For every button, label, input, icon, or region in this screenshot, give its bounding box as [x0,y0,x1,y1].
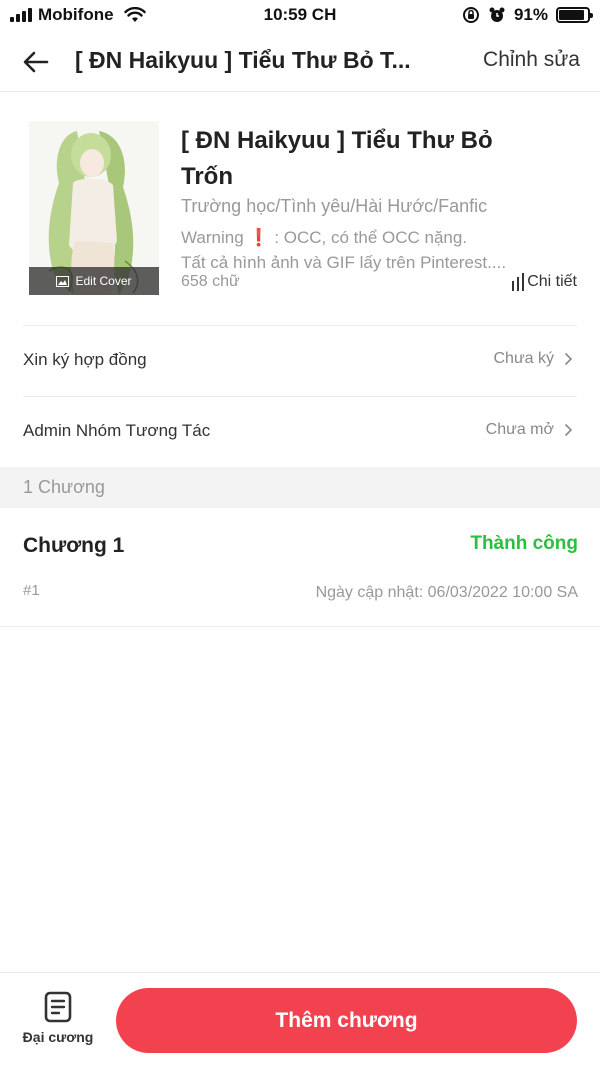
rotation-lock-icon [462,7,479,23]
status-bar: Mobifone 10:59 CH 91% [0,0,600,32]
admin-group-row[interactable]: Admin Nhóm Tương Tác Chưa mở [23,396,577,467]
warning-prefix: Warning [181,228,244,247]
battery-percent: 91% [513,5,548,24]
page-title: [ ĐN Haikyuu ] Tiểu Thư Bỏ T... [75,47,411,73]
book-info: Edit Cover [ ĐN Haikyuu ] Tiểu Thư Bỏ Tr… [0,93,600,325]
chapter-title: Chương 1 [23,534,125,557]
edit-button[interactable]: Chỉnh sửa [483,48,580,72]
admin-group-status-text: Chưa mở [485,421,554,438]
book-title: [ ĐN Haikyuu ] Tiểu Thư Bỏ Trốn [181,127,493,190]
warning-text: : OCC, có thể OCC nặng. [274,228,468,247]
detail-label: Chi tiết [527,273,577,290]
edit-cover-label: Edit Cover [75,274,132,288]
top-nav-bar: [ ĐN Haikyuu ] Tiểu Thư Bỏ T... Chỉnh sử… [0,32,600,92]
add-chapter-button[interactable]: Thêm chương [116,988,577,1053]
document-outline-icon [44,991,72,1023]
chevron-right-icon [564,423,573,437]
chapter-item[interactable]: Chương 1 Thành công #1 Ngày cập nhật: 06… [0,508,600,627]
exclamation-icon: ❗ [248,228,270,247]
contract-label: Xin ký hợp đồng [23,350,147,369]
battery-icon [556,7,593,23]
chapter-status: Thành công [470,533,578,554]
status-right: 91% [462,5,593,25]
alarm-icon [489,7,505,22]
bottom-action-bar: Đại cương Thêm chương [0,972,600,1067]
outline-label: Đại cương [22,1029,94,1045]
arrow-left-icon [23,51,49,73]
book-cover[interactable]: Edit Cover [29,121,159,295]
chapter-count: 1 Chương [23,477,105,497]
stats-bars-icon [512,273,525,291]
description-line-1: Warning ❗ : OCC, có thể OCC nặng. [181,225,541,250]
book-genres: Trường học/Tình yêu/Hài Hước/Fanfic [181,196,488,216]
book-description: Warning ❗ : OCC, có thể OCC nặng. Tất cả… [181,225,541,275]
back-button[interactable] [18,44,54,80]
contract-status-text: Chưa ký [493,350,554,367]
edit-cover-button[interactable]: Edit Cover [29,267,159,295]
chapter-updated-date: Ngày cập nhật: 06/03/2022 10:00 SA [315,584,578,601]
chapters-section-header: 1 Chương [0,467,600,508]
word-count: 658 chữ [181,273,240,290]
chevron-right-icon [564,352,573,366]
outline-button[interactable]: Đại cương [18,991,98,1053]
detail-link[interactable]: Chi tiết [512,273,577,291]
battery-fill [559,10,585,20]
admin-group-status: Chưa mở [486,421,573,439]
chapter-number: #1 [23,582,40,599]
contract-status: Chưa ký [493,350,573,368]
contract-row[interactable]: Xin ký hợp đồng Chưa ký [23,325,577,396]
image-icon [56,275,70,287]
description-line-2: Tất cả hình ảnh và GIF lấy trên Pinteres… [181,253,507,272]
admin-group-label: Admin Nhóm Tương Tác [23,421,211,440]
